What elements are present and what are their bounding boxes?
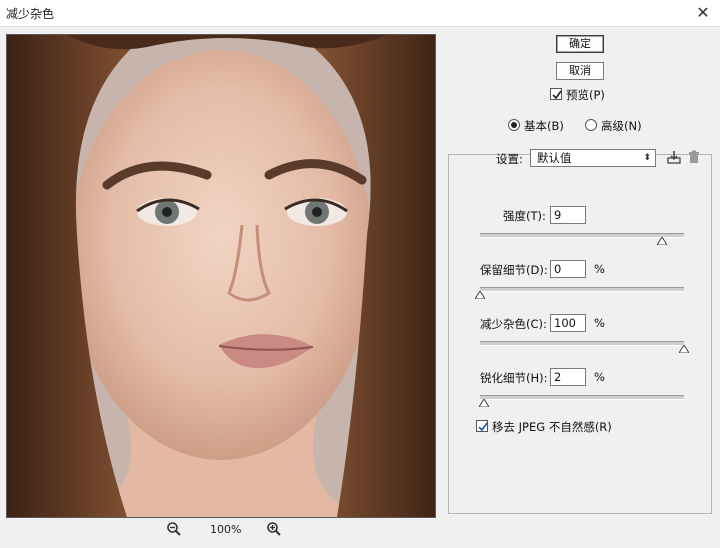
settings-preset-value: 默认值 <box>537 151 572 165</box>
portrait-illustration <box>7 35 435 517</box>
advanced-mode-radio[interactable] <box>585 119 597 131</box>
sharpen-details-label: 锐化细节(H): <box>480 371 548 385</box>
preview-label: 预览(P) <box>566 88 605 102</box>
chevron-updown-icon: ⬍ <box>643 153 651 163</box>
strength-label: 强度(T): <box>503 209 546 223</box>
window-title: 减少杂色 <box>6 7 55 21</box>
delete-preset-icon[interactable] <box>687 150 701 164</box>
settings-label: 设置: <box>496 152 523 166</box>
reduce-color-noise-input[interactable]: 100 <box>550 314 586 332</box>
title-bar: 减少杂色 ✕ <box>0 0 720 27</box>
advanced-mode-label: 高级(N) <box>601 119 642 133</box>
preserve-details-unit: % <box>594 262 605 276</box>
strength-slider-track[interactable] <box>480 233 684 238</box>
checkmark-icon <box>478 422 488 432</box>
zoom-in-icon[interactable] <box>266 521 282 537</box>
settings-preset-select[interactable]: 默认值 ⬍ <box>530 149 656 167</box>
preserve-details-label: 保留细节(D): <box>480 263 548 277</box>
reduce-color-noise-unit: % <box>594 316 605 330</box>
save-preset-icon[interactable] <box>667 150 681 164</box>
reduce-color-noise-label: 减少杂色(C): <box>480 317 547 331</box>
zoom-bar: 100% <box>6 520 434 540</box>
basic-mode-label: 基本(B) <box>524 119 564 133</box>
strength-input[interactable]: 9 <box>550 206 586 224</box>
sharpen-details-slider-track[interactable] <box>480 395 684 400</box>
cancel-button[interactable]: 取消 <box>556 62 604 80</box>
remove-jpeg-artifact-label: 移去 JPEG 不自然感(R) <box>492 420 612 434</box>
close-icon[interactable]: ✕ <box>692 2 714 24</box>
reduce-color-noise-slider-track[interactable] <box>480 341 684 346</box>
preserve-details-slider-track[interactable] <box>480 287 684 292</box>
preview-image[interactable] <box>6 34 436 518</box>
ok-button[interactable]: 确定 <box>556 35 604 53</box>
preview-checkbox[interactable] <box>550 88 562 100</box>
remove-jpeg-artifact-checkbox[interactable] <box>476 420 488 432</box>
sharpen-details-unit: % <box>594 370 605 384</box>
strength-slider-thumb[interactable] <box>657 237 667 245</box>
preserve-details-input[interactable]: 0 <box>550 260 586 278</box>
reduce-color-noise-slider-thumb[interactable] <box>679 345 689 353</box>
checkmark-icon <box>552 90 562 100</box>
basic-mode-radio[interactable] <box>508 119 520 131</box>
sharpen-details-slider-thumb[interactable] <box>479 399 489 407</box>
zoom-level: 100% <box>210 523 242 536</box>
preserve-details-slider-thumb[interactable] <box>475 291 485 299</box>
sharpen-details-input[interactable]: 2 <box>550 368 586 386</box>
zoom-out-icon[interactable] <box>166 521 182 537</box>
